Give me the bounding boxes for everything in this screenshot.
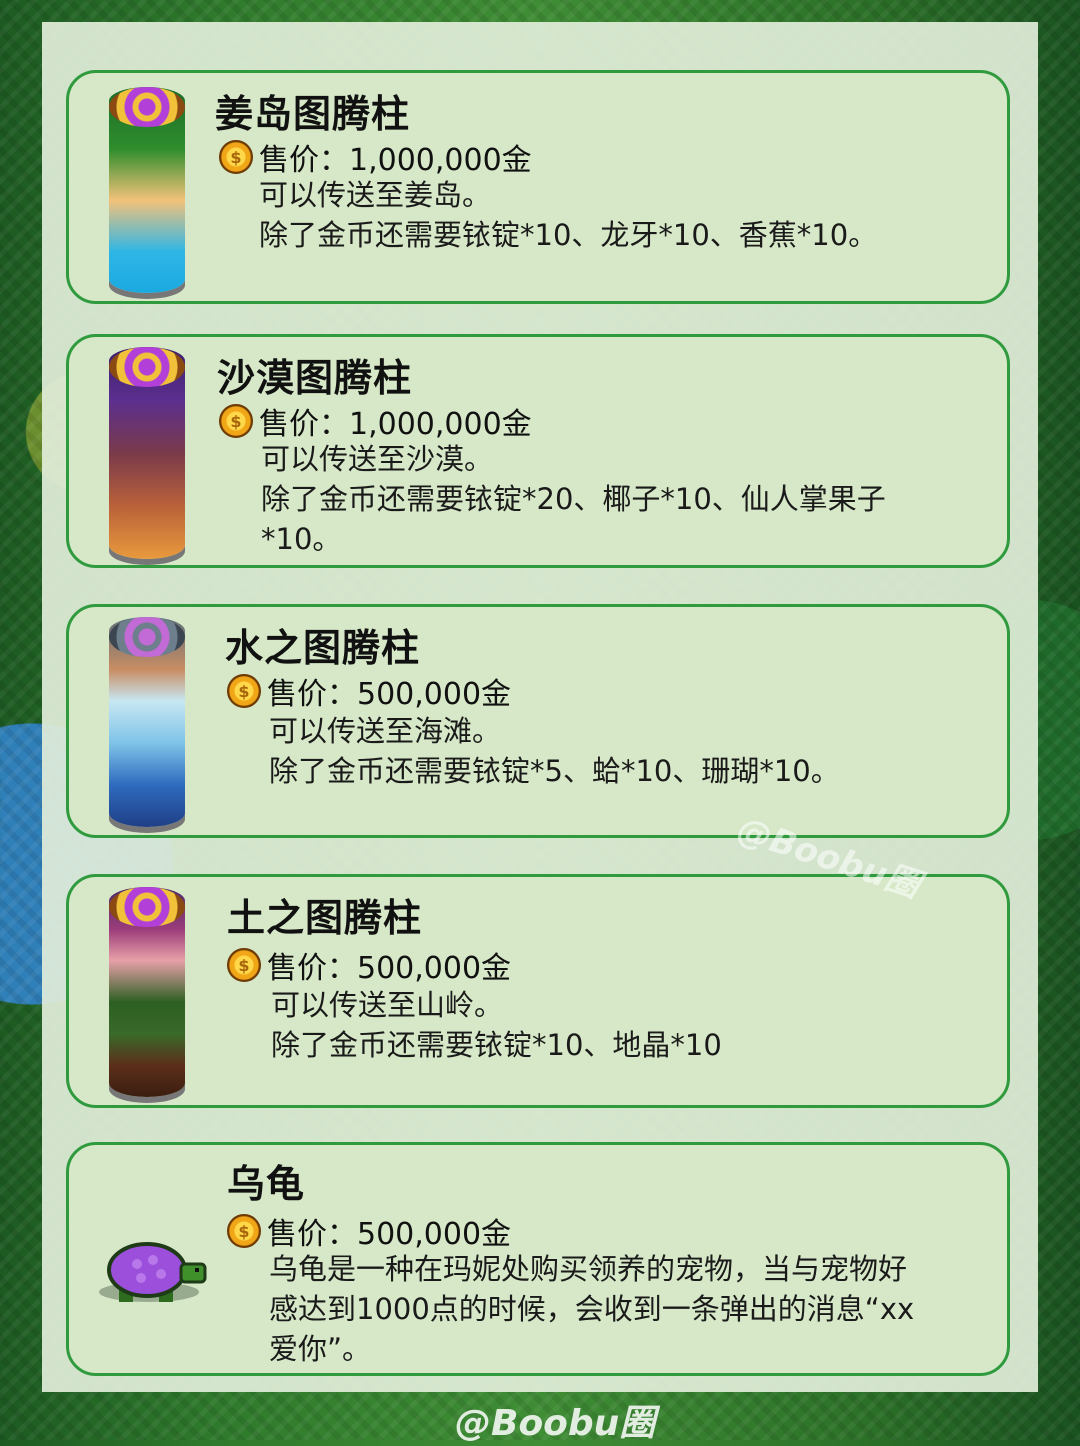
price-row: $ 售价：500,000金 [227, 669, 511, 713]
item-price: 售价：1,000,000金 [259, 143, 532, 178]
item-title: 土之图腾柱 [227, 896, 423, 940]
price-row: $ 售价：1,000,000金 [219, 399, 532, 443]
item-card-desert-totem: 沙漠图腾柱 $ 售价：1,000,000金 可以传送至沙漠。 除了金币还需要铱锭… [66, 334, 1010, 568]
price-row: $ 售价：500,000金 [227, 943, 511, 987]
watermark: @Boobu圈 [455, 1403, 656, 1444]
item-description: 乌龟是一种在玛妮处购买领养的宠物，当与宠物好 感达到1000点的时候，会收到一条… [269, 1252, 915, 1366]
item-title: 姜岛图腾柱 [215, 92, 411, 136]
item-price: 售价：1,000,000金 [259, 407, 532, 442]
item-card-ginger-island-totem: 姜岛图腾柱 $ 售价：1,000,000金 可以传送至姜岛。 除了金币还需要铱锭… [66, 70, 1010, 304]
item-price: 售价：500,000金 [267, 677, 512, 712]
item-description: 可以传送至海滩。 除了金币还需要铱锭*5、蛤*10、珊瑚*10。 [269, 714, 840, 788]
gold-coin-icon: $ [219, 140, 253, 174]
earth-totem-icon [109, 887, 185, 1097]
turtle-icon [99, 1242, 207, 1302]
item-title: 沙漠图腾柱 [217, 356, 413, 400]
item-description: 可以传送至姜岛。 除了金币还需要铱锭*10、龙牙*10、香蕉*10。 [259, 178, 878, 252]
price-row: $ 售价：1,000,000金 [219, 135, 532, 179]
price-row: $ 售价：500,000金 [227, 1209, 511, 1253]
item-price: 售价：500,000金 [267, 1217, 512, 1252]
item-card-water-totem: 水之图腾柱 $ 售价：500,000金 可以传送至海滩。 除了金币还需要铱锭*5… [66, 604, 1010, 838]
item-price: 售价：500,000金 [267, 951, 512, 986]
gold-coin-icon: $ [227, 674, 261, 708]
gold-coin-icon: $ [227, 948, 261, 982]
item-title: 乌龟 [227, 1162, 306, 1206]
item-description: 可以传送至山岭。 除了金币还需要铱锭*10、地晶*10 [271, 988, 722, 1062]
ginger-island-totem-icon [109, 87, 185, 293]
water-totem-icon [109, 617, 185, 827]
desert-totem-icon [109, 347, 185, 559]
item-card-turtle: 乌龟 $ 售价：500,000金 乌龟是一种在玛妮处购买领养的宠物，当与宠物好 … [66, 1142, 1010, 1376]
item-description: 可以传送至沙漠。 除了金币还需要铱锭*20、椰子*10、仙人掌果子 *10。 [261, 442, 886, 556]
item-title: 水之图腾柱 [225, 626, 421, 670]
gold-coin-icon: $ [219, 404, 253, 438]
gold-coin-icon: $ [227, 1214, 261, 1248]
item-card-earth-totem: 土之图腾柱 $ 售价：500,000金 可以传送至山岭。 除了金币还需要铱锭*1… [66, 874, 1010, 1108]
